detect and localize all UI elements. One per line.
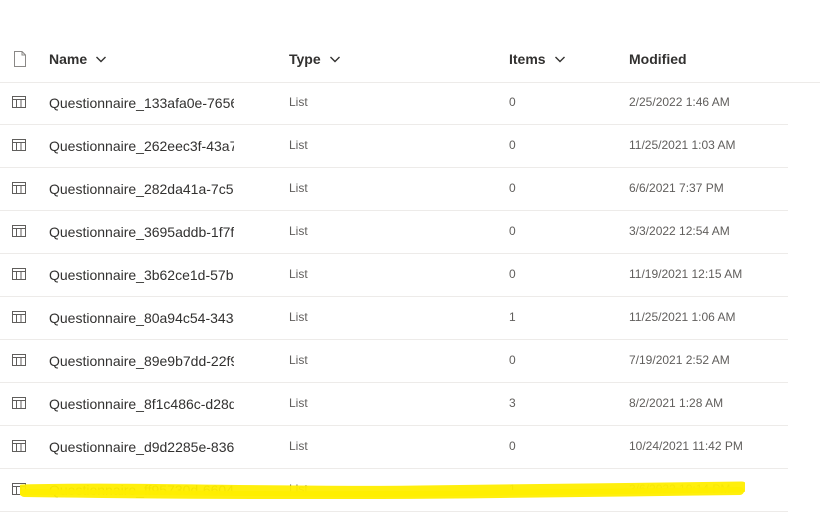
list-icon <box>12 311 26 323</box>
row-modified: 8/2/2021 1:28 AM <box>629 396 724 410</box>
row-type: List <box>289 181 308 195</box>
row-name-link[interactable]: Questionnaire_282da41a-7c59 <box>49 181 234 197</box>
list-icon <box>12 225 26 237</box>
table-row[interactable]: Questionnaire_262eec3f-43a7 List 0 11/25/20… <box>0 125 788 168</box>
list-icon <box>12 440 26 452</box>
table-row[interactable]: Questionnaire_3695addb-1f7f List 0 3/3/2022… <box>0 211 788 254</box>
column-header-row: Name Type Items Modified <box>0 38 820 83</box>
column-header-items[interactable]: Items <box>509 51 566 67</box>
row-name-link[interactable]: Questionnaire_ff95730d-6604 <box>49 482 234 498</box>
column-header-items-label: Items <box>509 51 546 67</box>
table-row[interactable]: Questionnaire_ff95730d-6604 List 1 3/6/2022… <box>0 469 788 512</box>
row-items-count: 0 <box>509 95 516 109</box>
file-type-icon[interactable] <box>13 51 27 67</box>
row-type: List <box>289 396 308 410</box>
row-name-link[interactable]: Questionnaire_133afa0e-7656 <box>49 95 234 111</box>
row-items-count: 0 <box>509 224 516 238</box>
row-modified: 11/19/2021 12:15 AM <box>629 267 743 281</box>
row-name-link[interactable]: Questionnaire_3b62ce1d-57bc <box>49 267 234 283</box>
list-icon <box>12 139 26 151</box>
row-type: List <box>289 95 308 109</box>
row-items-count: 0 <box>509 267 516 281</box>
row-items-count: 1 <box>509 310 516 324</box>
row-name-link[interactable]: Questionnaire_80a94c54-3434 <box>49 310 234 326</box>
row-type: List <box>289 138 308 152</box>
row-type: List <box>289 353 308 367</box>
table-row[interactable]: Questionnaire_133afa0e-7656 List 0 2/25/202… <box>0 82 788 125</box>
table-row[interactable]: Questionnaire_3b62ce1d-57bc List 0 11/19/20… <box>0 254 788 297</box>
row-modified: 3/6/2022 10:14 PM <box>629 482 731 496</box>
chevron-down-icon <box>96 56 107 63</box>
list-icon <box>12 96 26 108</box>
row-items-count: 0 <box>509 138 516 152</box>
column-header-name[interactable]: Name <box>49 51 107 67</box>
row-name-link[interactable]: Questionnaire_d9d2285e-8368 <box>49 439 234 455</box>
list-icon <box>12 182 26 194</box>
table-row[interactable]: Questionnaire_282da41a-7c59 List 0 6/6/2021… <box>0 168 788 211</box>
row-name-link[interactable]: Questionnaire_89e9b7dd-22f9 <box>49 353 234 369</box>
row-modified: 11/25/2021 1:03 AM <box>629 138 736 152</box>
row-type: List <box>289 224 308 238</box>
column-header-modified-label: Modified <box>629 51 687 67</box>
row-modified: 10/24/2021 11:42 PM <box>629 439 743 453</box>
list-icon <box>12 397 26 409</box>
row-name-link[interactable]: Questionnaire_3695addb-1f7f <box>49 224 234 240</box>
list-icon <box>12 483 26 495</box>
chevron-down-icon <box>329 56 340 63</box>
row-name-link[interactable]: Questionnaire_8f1c486c-d28d <box>49 396 234 412</box>
column-header-type[interactable]: Type <box>289 51 341 67</box>
list-icon <box>12 354 26 366</box>
row-items-count: 3 <box>509 396 516 410</box>
row-type: List <box>289 267 308 281</box>
row-type: List <box>289 310 308 324</box>
chevron-down-icon <box>554 56 565 63</box>
row-type: List <box>289 482 308 496</box>
row-items-count: 0 <box>509 439 516 453</box>
row-modified: 7/19/2021 2:52 AM <box>629 353 730 367</box>
row-items-count: 0 <box>509 353 516 367</box>
column-header-type-label: Type <box>289 51 321 67</box>
row-modified: 11/25/2021 1:06 AM <box>629 310 736 324</box>
table-row[interactable]: Questionnaire_8f1c486c-d28d List 3 8/2/2021… <box>0 383 788 426</box>
table-row[interactable]: Questionnaire_d9d2285e-8368 List 0 10/24/20… <box>0 426 788 469</box>
table-row[interactable]: Questionnaire_89e9b7dd-22f9 List 0 7/19/202… <box>0 340 788 383</box>
row-modified: 3/3/2022 12:54 AM <box>629 224 730 238</box>
column-header-modified[interactable]: Modified <box>629 51 687 67</box>
row-modified: 6/6/2021 7:37 PM <box>629 181 724 195</box>
row-items-count: 0 <box>509 181 516 195</box>
row-items-count: 1 <box>509 482 516 496</box>
list-icon <box>12 268 26 280</box>
row-type: List <box>289 439 308 453</box>
column-header-name-label: Name <box>49 51 88 67</box>
document-library-list: Name Type Items Modified Questionnaire_1… <box>0 0 820 513</box>
row-modified: 2/25/2022 1:46 AM <box>629 95 730 109</box>
table-row[interactable]: Questionnaire_80a94c54-3434 List 1 11/25/20… <box>0 297 788 340</box>
row-name-link[interactable]: Questionnaire_262eec3f-43a7 <box>49 138 234 154</box>
